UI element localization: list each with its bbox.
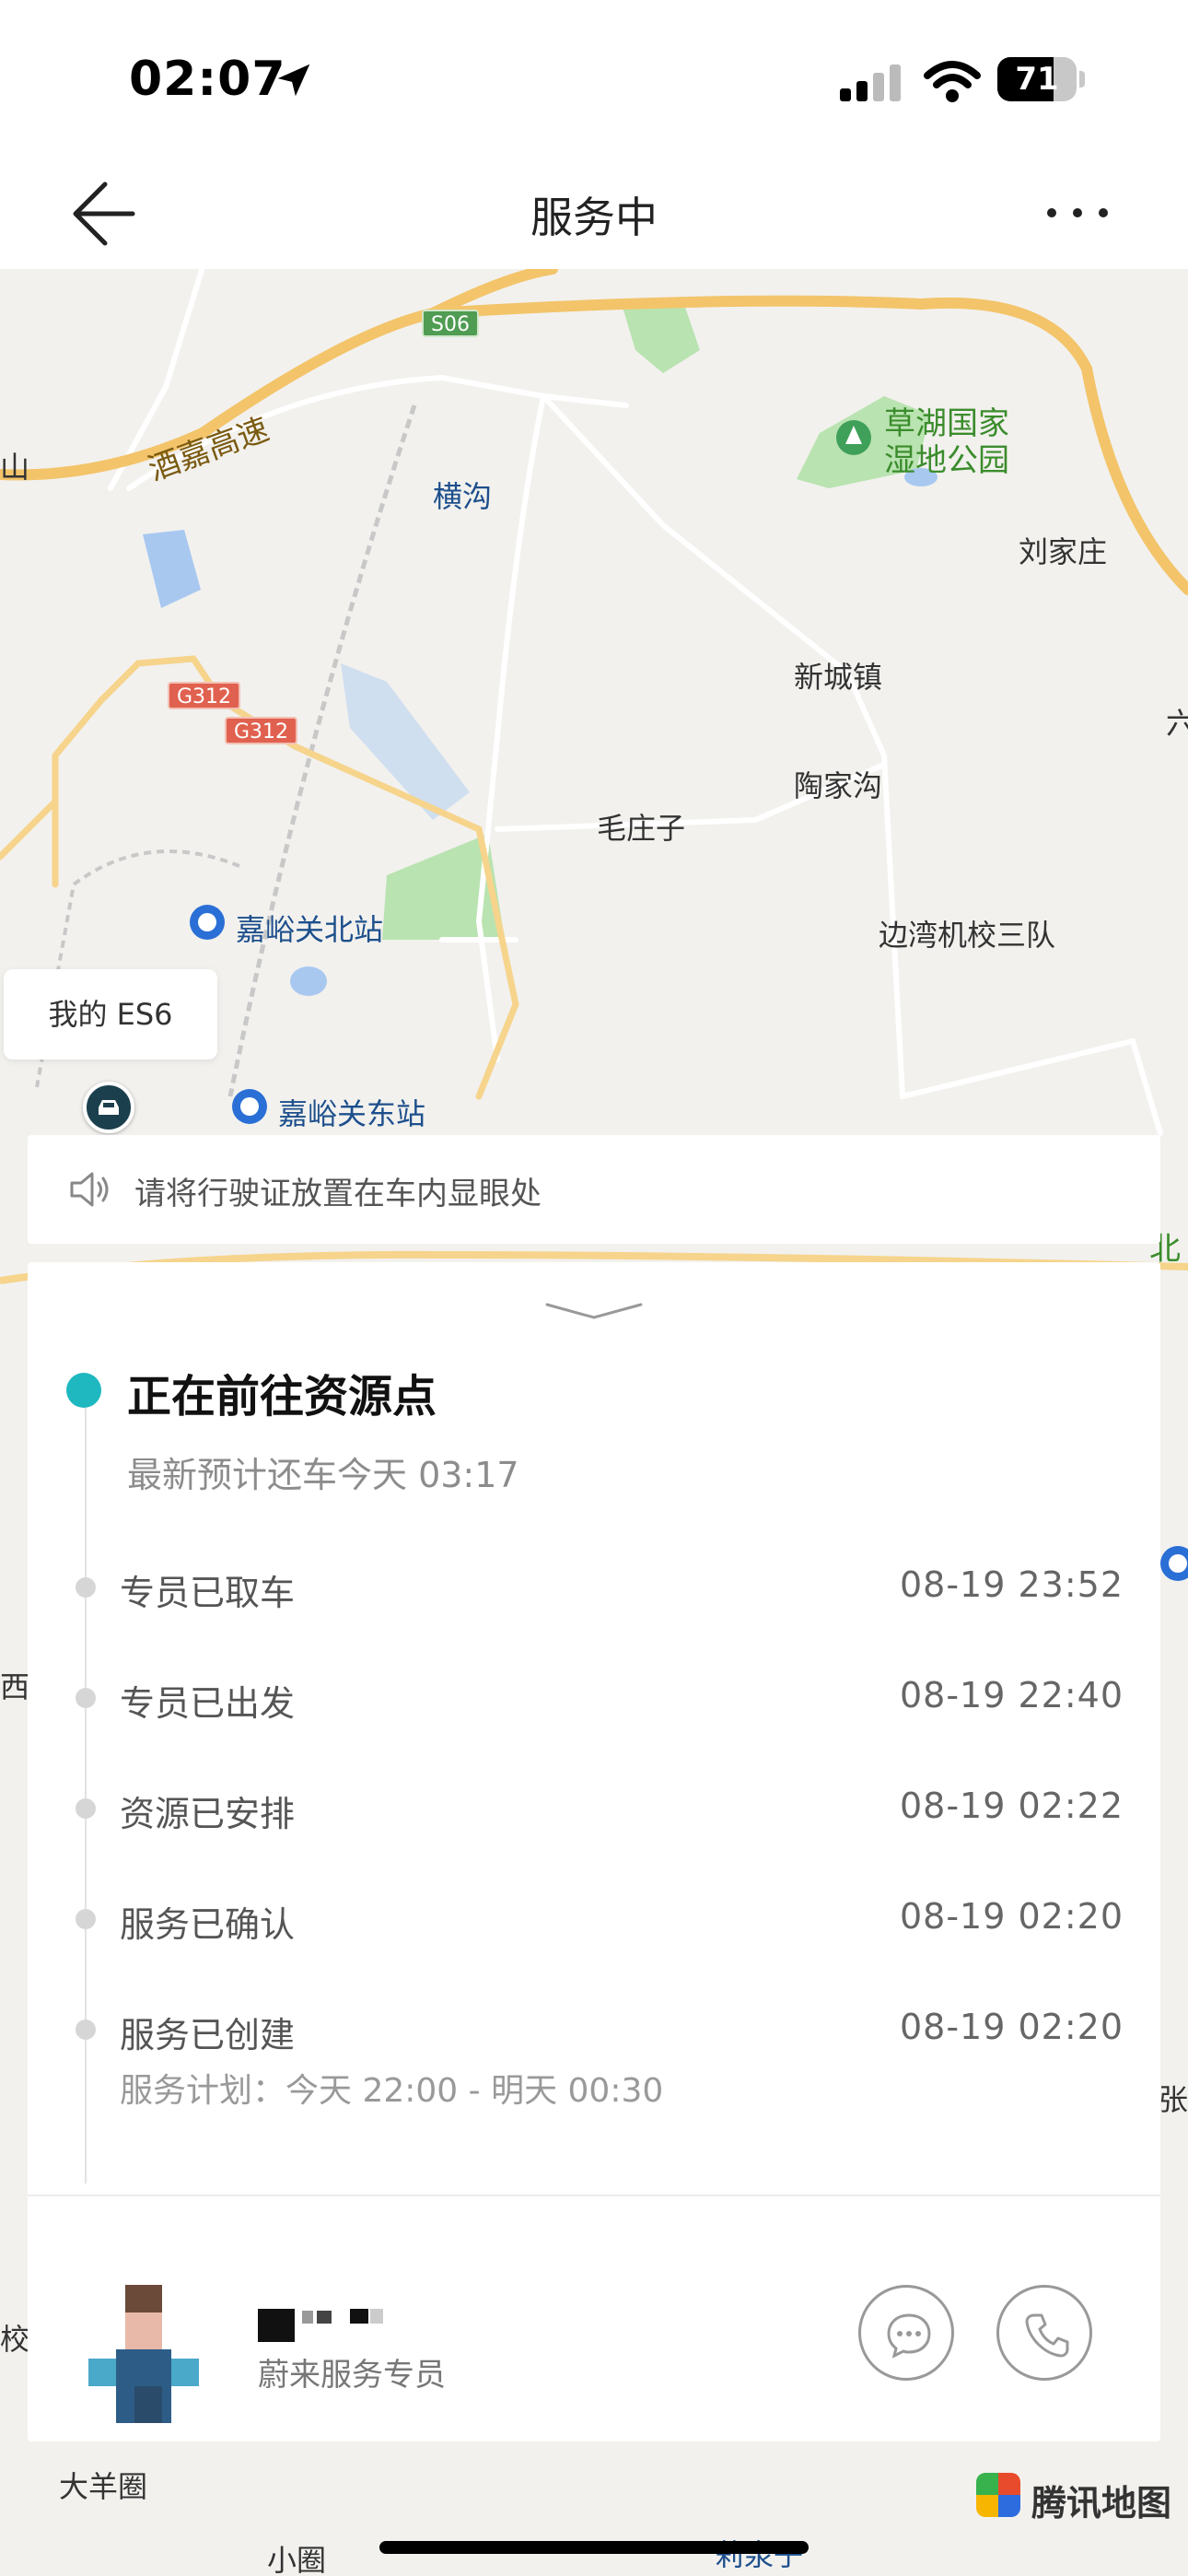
label-shan: 山 <box>0 450 30 485</box>
label-xinchengzhen: 新城镇 <box>794 660 883 695</box>
step-time: 08-19 22:40 <box>899 1675 1124 1715</box>
timeline-step: 服务已创建 08-19 02:20 <box>28 2001 1160 2056</box>
map-provider-name: 腾讯地图 <box>1031 2483 1172 2523</box>
label-hengou: 横沟 <box>433 479 493 514</box>
wifi-icon <box>924 61 981 102</box>
estimated-return: 最新预计还车今天 03:17 <box>127 1455 519 1495</box>
step-time: 08-19 02:20 <box>899 1896 1124 1937</box>
car-location-tag[interactable]: 我的 ES6 <box>4 969 217 1060</box>
label-taojiagou: 陶家沟 <box>794 768 883 803</box>
timeline-step: 资源已安排 08-19 02:22 <box>28 1780 1160 1835</box>
nav-bar: 服务中 <box>0 157 1188 269</box>
car-icon <box>99 1100 119 1115</box>
label-xi: 西 <box>0 1669 30 1704</box>
page-title: 服务中 <box>530 193 658 242</box>
car-marker[interactable] <box>83 1082 134 1133</box>
call-button[interactable] <box>996 2285 1092 2381</box>
label-maozhuangzi: 毛庄子 <box>597 811 686 846</box>
speaker-icon <box>70 1172 109 1207</box>
chat-bubble-icon <box>887 2313 931 2359</box>
notice-bar: 请将行驶证放置在车内显眼处 <box>28 1135 1160 1244</box>
agent-avatar[interactable] <box>88 2285 236 2441</box>
step-label: 服务已确认 <box>120 1904 296 1945</box>
agent-name-redacted <box>258 2309 383 2342</box>
label-jiayuguan-east: 嘉峪关东站 <box>278 1096 426 1131</box>
label-xiao: 校 <box>0 2322 30 2357</box>
location-arrow-icon <box>277 64 310 97</box>
step-label: 专员已出发 <box>120 1683 296 1724</box>
shield-g312-2: G312 <box>225 717 298 744</box>
step-dot <box>76 1798 96 1819</box>
tencent-map-logo-icon <box>976 2473 1020 2517</box>
agent-role: 蔚来服务专员 <box>258 2357 446 2394</box>
more-icon[interactable] <box>1041 190 1114 236</box>
step-label: 服务已创建 <box>120 2015 296 2055</box>
current-status-dot <box>66 1373 101 1408</box>
step-label: 资源已安排 <box>120 1794 296 1834</box>
timeline-step: 专员已取车 08-19 23:52 <box>28 1559 1160 1614</box>
notice-text: 请将行驶证放置在车内显眼处 <box>134 1176 542 1212</box>
label-zhang: 张 <box>1159 2082 1188 2117</box>
card-divider <box>28 2195 1160 2196</box>
service-plan: 服务计划：今天 22:00 - 明天 00:30 <box>120 2072 664 2110</box>
shield-g312-1: G312 <box>168 682 241 709</box>
current-status-title: 正在前往资源点 <box>127 1371 437 1423</box>
cellular-signal-icon <box>840 64 901 101</box>
service-card: 正在前往资源点 最新预计还车今天 03:17 专员已取车 08-19 23:52… <box>28 1262 1160 2441</box>
label-xiaoquan: 小圈 <box>267 2543 327 2576</box>
step-time: 08-19 02:20 <box>899 2007 1124 2047</box>
label-liujiazhuang: 刘家庄 <box>1019 534 1108 569</box>
label-bianwan: 边湾机校三队 <box>879 918 1056 953</box>
label-caohu-park: 草湖国家 湿地公园 <box>884 405 1009 479</box>
battery-cap <box>1079 71 1085 88</box>
park-icon <box>836 420 871 455</box>
station-icon <box>190 905 225 940</box>
status-time: 02:07 <box>129 52 286 107</box>
step-dot <box>76 1577 96 1598</box>
timeline-step: 专员已出发 08-19 22:40 <box>28 1669 1160 1725</box>
step-dot <box>76 1909 96 1929</box>
step-label: 专员已取车 <box>120 1573 296 1613</box>
label-liu: 六 <box>1166 706 1188 741</box>
shield-s06: S06 <box>422 310 479 337</box>
collapse-handle-icon[interactable] <box>543 1299 645 1323</box>
step-dot <box>76 2020 96 2040</box>
phone-icon <box>1025 2313 1069 2358</box>
step-time: 08-19 23:52 <box>899 1564 1124 1605</box>
status-bar: 02:07 71 <box>0 0 1188 157</box>
timeline-step: 服务已确认 08-19 02:20 <box>28 1891 1160 1946</box>
home-indicator[interactable] <box>379 2541 809 2554</box>
station-icon <box>1160 1546 1188 1581</box>
label-jiayuguan-north: 嘉峪关北站 <box>236 912 384 947</box>
station-icon <box>232 1089 267 1124</box>
chat-button[interactable] <box>858 2285 954 2381</box>
battery-indicator: 71 <box>997 57 1085 101</box>
label-dayang: 大羊圈 <box>59 2469 148 2504</box>
step-dot <box>76 1688 96 1708</box>
battery-percent: 71 <box>1015 61 1059 98</box>
step-time: 08-19 02:22 <box>899 1786 1124 1826</box>
